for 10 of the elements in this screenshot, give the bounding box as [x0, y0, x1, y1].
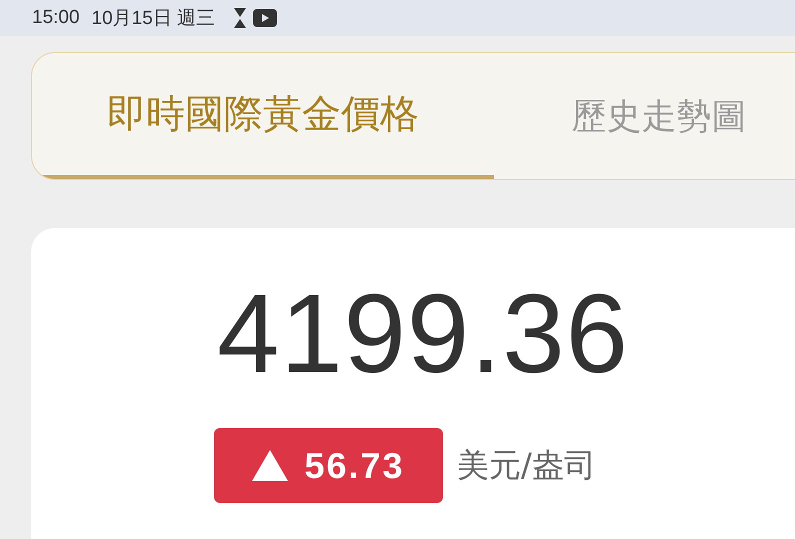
price-unit: 美元/盎司: [457, 444, 596, 486]
status-time: 15:00: [32, 7, 80, 29]
status-date: 10月15日 週三: [92, 7, 216, 31]
video-play-icon: [253, 9, 278, 27]
up-triangle-icon: [252, 450, 288, 481]
price-value: 4199.36: [217, 278, 629, 390]
app-notification-icon: [233, 8, 248, 28]
tab[interactable]: 歷史走勢圖: [494, 53, 795, 179]
change-badge: 56.73: [214, 428, 443, 503]
tab[interactable]: 即時國際黃金價格: [32, 53, 494, 179]
